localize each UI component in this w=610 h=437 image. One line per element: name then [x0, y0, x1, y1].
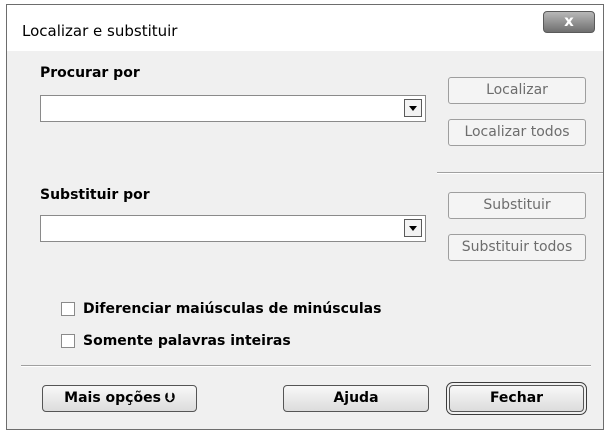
separator	[437, 172, 603, 174]
help-button[interactable]: Ajuda	[283, 385, 429, 412]
search-dropdown-button[interactable]	[404, 99, 422, 117]
close-button[interactable]: Fechar	[446, 382, 587, 415]
find-button[interactable]: Localizar	[448, 77, 586, 104]
search-combobox[interactable]	[40, 95, 426, 122]
dropdown-arrow-icon	[409, 106, 417, 111]
match-case-label: Diferenciar maiúsculas de minúsculas	[83, 301, 382, 317]
dialog-body: Procurar por Localizar Localizar todos S…	[7, 51, 603, 429]
replace-label: Substituir por	[40, 187, 150, 203]
find-replace-dialog: Localizar e substituir x Procurar por Lo…	[6, 4, 604, 430]
more-options-label: Mais opções	[64, 390, 161, 406]
bottom-separator	[21, 365, 591, 367]
close-icon: x	[564, 12, 574, 30]
search-label: Procurar por	[40, 65, 140, 81]
match-case-checkbox[interactable]	[61, 302, 75, 316]
whole-words-label: Somente palavras inteiras	[83, 333, 291, 349]
whole-words-checkbox[interactable]	[61, 334, 75, 348]
close-window-button[interactable]: x	[543, 11, 595, 33]
replace-dropdown-button[interactable]	[404, 219, 422, 237]
double-chevron-down-icon: ⮋	[164, 391, 175, 406]
find-all-button[interactable]: Localizar todos	[448, 119, 586, 146]
replace-all-button[interactable]: Substituir todos	[448, 234, 586, 261]
more-options-button[interactable]: Mais opções ⮋	[42, 385, 197, 412]
title-bar: Localizar e substituir x	[7, 5, 603, 51]
replace-combobox[interactable]	[40, 215, 426, 242]
dialog-title: Localizar e substituir	[22, 22, 178, 40]
dropdown-arrow-icon	[409, 226, 417, 231]
replace-button[interactable]: Substituir	[448, 192, 586, 219]
